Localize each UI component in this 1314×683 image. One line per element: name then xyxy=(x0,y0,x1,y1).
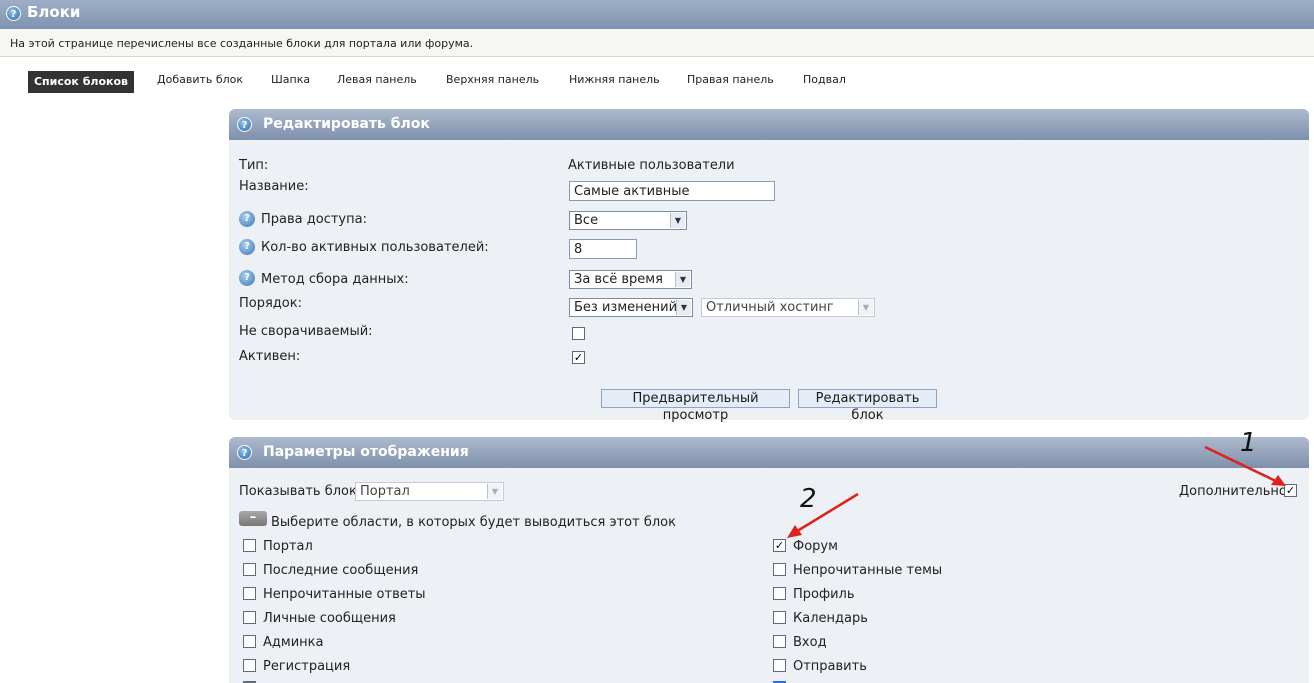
arrow-icon xyxy=(787,492,859,538)
annotation-arrows xyxy=(787,445,1286,538)
arrow-icon xyxy=(1204,445,1286,486)
